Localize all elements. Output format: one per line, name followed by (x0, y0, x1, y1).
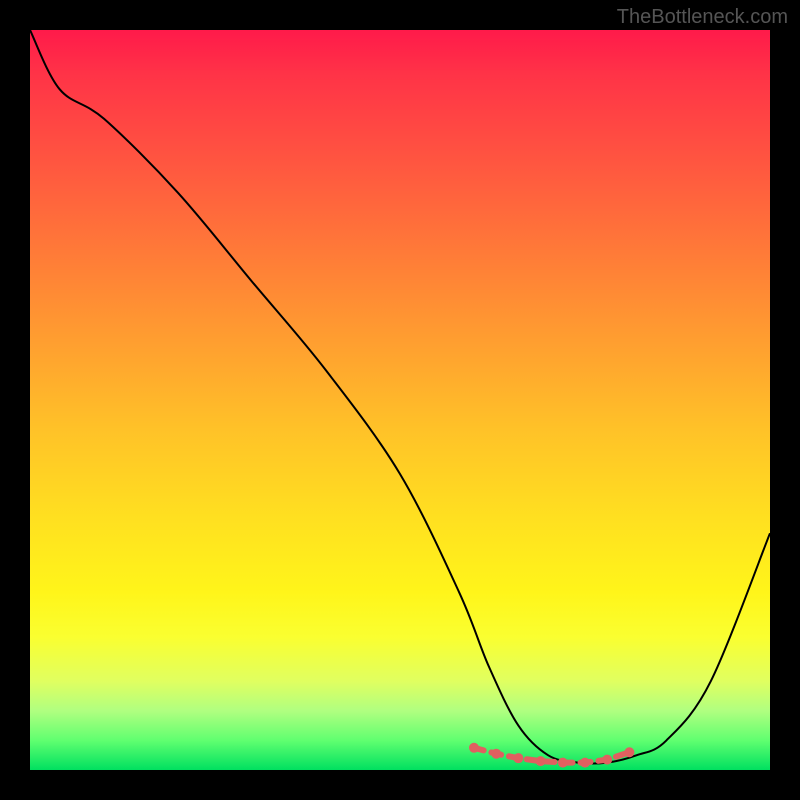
highlight-dot (558, 758, 568, 768)
chart-root: TheBottleneck.com (0, 0, 800, 800)
highlight-dot (536, 756, 546, 766)
highlight-dot (469, 743, 479, 753)
highlight-dot (491, 749, 501, 759)
highlight-dot (580, 758, 590, 768)
plot-area (30, 30, 770, 770)
highlight-dot (602, 755, 612, 765)
highlight-dots (469, 743, 634, 768)
highlight-dot (624, 747, 634, 757)
series-curve (30, 30, 770, 764)
watermark-label: TheBottleneck.com (617, 6, 788, 29)
highlight-dot (513, 753, 523, 763)
chart-svg (30, 30, 770, 770)
